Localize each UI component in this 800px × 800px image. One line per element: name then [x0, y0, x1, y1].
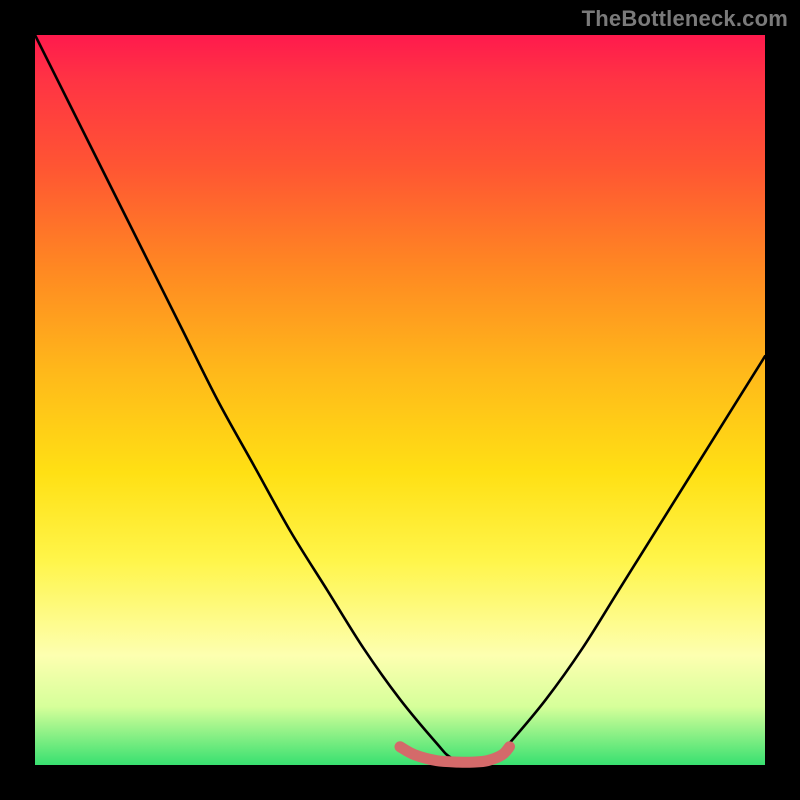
chart-frame: TheBottleneck.com [0, 0, 800, 800]
chart-svg [35, 35, 765, 765]
watermark-text: TheBottleneck.com [582, 6, 788, 32]
bottleneck-curve-path [35, 35, 765, 765]
plot-area [35, 35, 765, 765]
bottleneck-band-path [400, 747, 510, 763]
